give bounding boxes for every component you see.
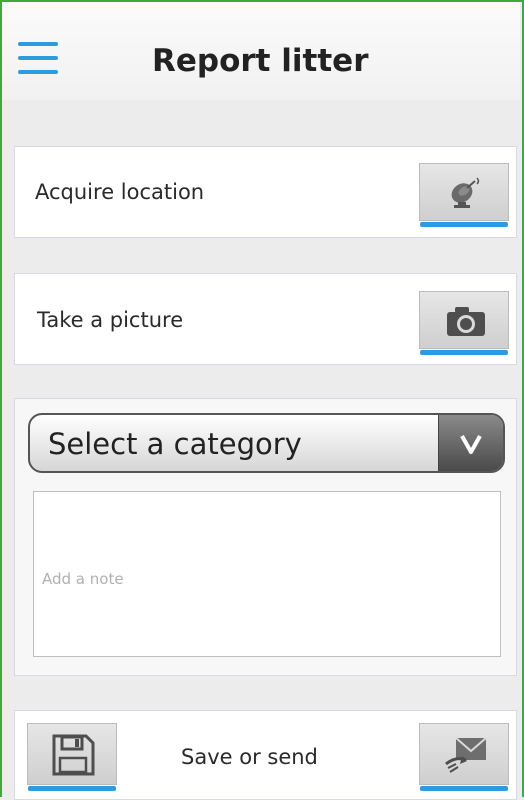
hamburger-menu-icon[interactable] <box>16 42 60 82</box>
chevron-down-icon <box>460 435 482 454</box>
select-arrow-button[interactable] <box>438 415 503 471</box>
acquire-location-button[interactable] <box>419 163 509 227</box>
send-button[interactable] <box>419 723 509 791</box>
floppy-disk-icon <box>52 734 95 776</box>
camera-icon <box>447 307 485 336</box>
note-textarea[interactable] <box>33 491 501 657</box>
report-form-card: Select a category <box>14 398 517 676</box>
location-card: Acquire location <box>14 146 517 238</box>
picture-card: Take a picture <box>14 273 517 365</box>
app-header: Report litter <box>2 2 520 100</box>
location-label: Acquire location <box>35 180 205 204</box>
save-button[interactable] <box>27 723 117 791</box>
page-title: Report litter <box>152 43 369 79</box>
category-select[interactable]: Select a category <box>28 413 505 473</box>
satellite-dish-icon <box>451 177 480 208</box>
take-picture-button[interactable] <box>419 291 509 355</box>
save-send-card: Save or send <box>14 710 517 800</box>
send-envelope-icon <box>445 737 487 773</box>
picture-label: Take a picture <box>37 308 184 332</box>
save-or-send-label: Save or send <box>181 745 318 769</box>
category-select-value: Select a category <box>48 427 302 461</box>
